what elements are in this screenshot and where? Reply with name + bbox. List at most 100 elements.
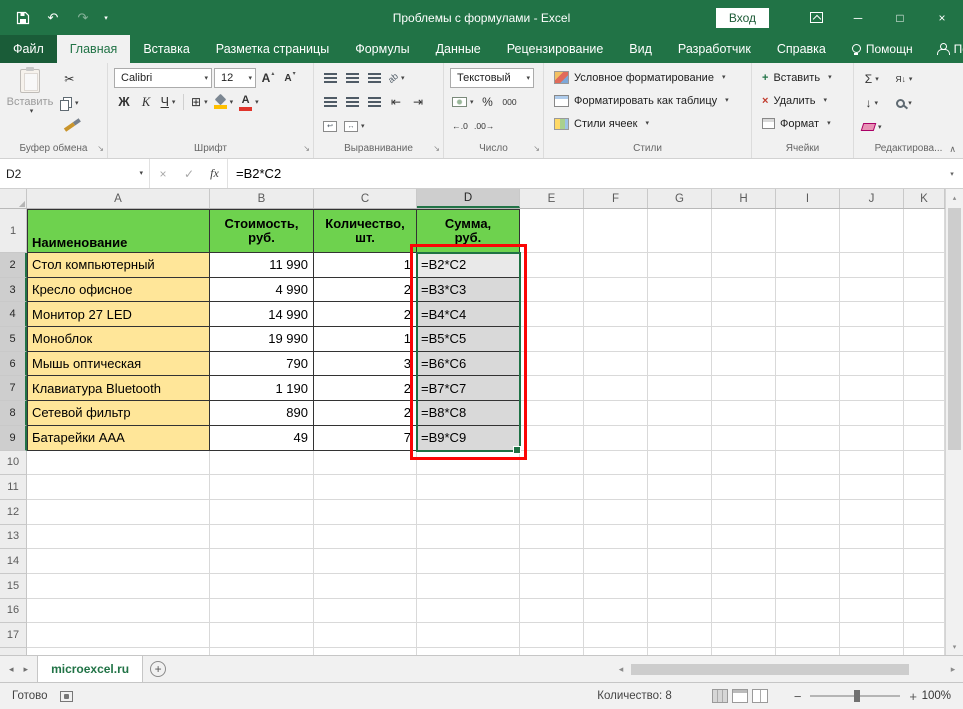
cell-E3[interactable] [520, 278, 584, 303]
cell-K4[interactable] [904, 302, 945, 327]
row-header-17[interactable]: 17 [0, 623, 27, 648]
row-header-11[interactable]: 11 [0, 475, 27, 500]
align-center-button[interactable] [342, 92, 362, 112]
cell-I11[interactable] [776, 475, 840, 500]
column-header-B[interactable]: B [210, 189, 314, 208]
cell-I7[interactable] [776, 376, 840, 401]
cell-I16[interactable] [776, 599, 840, 624]
cell-I4[interactable] [776, 302, 840, 327]
cell-C8[interactable]: 2 [314, 401, 417, 426]
cell-J7[interactable] [840, 376, 904, 401]
increase-font-button[interactable]: А▴ [258, 68, 278, 88]
cell-F8[interactable] [584, 401, 648, 426]
cell-D12[interactable] [417, 500, 520, 525]
tab-insert[interactable]: Вставка [130, 35, 202, 63]
cell-K9[interactable] [904, 426, 945, 451]
delete-cells-button[interactable]: ×Удалить▾ [758, 90, 847, 111]
cell-F18[interactable] [584, 648, 648, 655]
cell-J8[interactable] [840, 401, 904, 426]
cell-G18[interactable] [648, 648, 712, 655]
cell-D14[interactable] [417, 549, 520, 574]
cell-I9[interactable] [776, 426, 840, 451]
cell-H18[interactable] [712, 648, 776, 655]
row-header-1[interactable]: 1 [0, 209, 27, 253]
decrease-indent-button[interactable]: ⇤ [386, 92, 406, 112]
align-right-button[interactable] [364, 92, 384, 112]
cell-G14[interactable] [648, 549, 712, 574]
cell-J10[interactable] [840, 451, 904, 476]
cell-B15[interactable] [210, 574, 314, 599]
clear-button[interactable]: ▾ [860, 117, 884, 137]
share-button[interactable]: Поделиться [925, 35, 963, 63]
cell-C2[interactable]: 1 [314, 253, 417, 278]
cell-F10[interactable] [584, 451, 648, 476]
column-header-C[interactable]: C [314, 189, 417, 208]
fill-color-button[interactable]: ▾ [212, 92, 236, 112]
conditional-formatting-button[interactable]: Условное форматирование▾ [550, 67, 745, 88]
cell-H15[interactable] [712, 574, 776, 599]
align-bottom-button[interactable] [364, 68, 384, 88]
cell-G12[interactable] [648, 500, 712, 525]
borders-button[interactable]: ⊞▾ [189, 92, 210, 112]
cell-F5[interactable] [584, 327, 648, 352]
cell-K11[interactable] [904, 475, 945, 500]
cell-J9[interactable] [840, 426, 904, 451]
row-header-18[interactable]: 18 [0, 648, 27, 655]
decrease-decimal-button[interactable]: .00→ [472, 116, 496, 136]
fill-button[interactable]: ↓▾ [860, 93, 884, 113]
horizontal-scrollbar[interactable]: ◂ ▸ [611, 656, 963, 682]
cell-D4[interactable]: =B4*C4 [417, 302, 520, 327]
row-header-2[interactable]: 2 [0, 253, 27, 278]
underline-button[interactable]: Ч▾ [158, 92, 178, 112]
enter-button[interactable]: ✓ [176, 159, 202, 188]
cell-G17[interactable] [648, 623, 712, 648]
cell-F9[interactable] [584, 426, 648, 451]
autosum-button[interactable]: Σ▾ [860, 69, 884, 89]
cell-F6[interactable] [584, 352, 648, 377]
cell-A1[interactable]: Наименование [27, 209, 210, 253]
tab-view[interactable]: Вид [616, 35, 665, 63]
format-cells-button[interactable]: Формат▾ [758, 113, 847, 134]
cell-D13[interactable] [417, 525, 520, 550]
increase-decimal-button[interactable]: ←.0 [450, 116, 470, 136]
cell-H6[interactable] [712, 352, 776, 377]
cell-E14[interactable] [520, 549, 584, 574]
row-header-12[interactable]: 12 [0, 500, 27, 525]
cell-E8[interactable] [520, 401, 584, 426]
vertical-scroll-thumb[interactable] [948, 208, 961, 450]
cell-B3[interactable]: 4 990 [210, 278, 314, 303]
column-header-F[interactable]: F [584, 189, 648, 208]
cell-A7[interactable]: Клавиатура Bluetooth [27, 376, 210, 401]
cell-J2[interactable] [840, 253, 904, 278]
cell-H16[interactable] [712, 599, 776, 624]
cell-J15[interactable] [840, 574, 904, 599]
cell-E13[interactable] [520, 525, 584, 550]
cell-C5[interactable]: 1 [314, 327, 417, 352]
cell-G5[interactable] [648, 327, 712, 352]
cell-B17[interactable] [210, 623, 314, 648]
cell-H13[interactable] [712, 525, 776, 550]
cell-K5[interactable] [904, 327, 945, 352]
cell-B10[interactable] [210, 451, 314, 476]
cell-C6[interactable]: 3 [314, 352, 417, 377]
cell-I1[interactable] [776, 209, 840, 253]
align-middle-button[interactable] [342, 68, 362, 88]
cell-B16[interactable] [210, 599, 314, 624]
cell-E2[interactable] [520, 253, 584, 278]
minimize-button[interactable]: ─ [837, 0, 879, 35]
row-header-8[interactable]: 8 [0, 401, 27, 426]
tab-file[interactable]: Файл [0, 35, 57, 63]
cell-D17[interactable] [417, 623, 520, 648]
cell-B11[interactable] [210, 475, 314, 500]
cell-C12[interactable] [314, 500, 417, 525]
row-header-5[interactable]: 5 [0, 327, 27, 352]
tab-help[interactable]: Справка [764, 35, 839, 63]
cell-H17[interactable] [712, 623, 776, 648]
cell-G3[interactable] [648, 278, 712, 303]
save-icon[interactable] [8, 6, 38, 30]
cell-B14[interactable] [210, 549, 314, 574]
cell-J17[interactable] [840, 623, 904, 648]
macro-record-icon[interactable] [60, 691, 73, 702]
cell-G11[interactable] [648, 475, 712, 500]
cell-F14[interactable] [584, 549, 648, 574]
